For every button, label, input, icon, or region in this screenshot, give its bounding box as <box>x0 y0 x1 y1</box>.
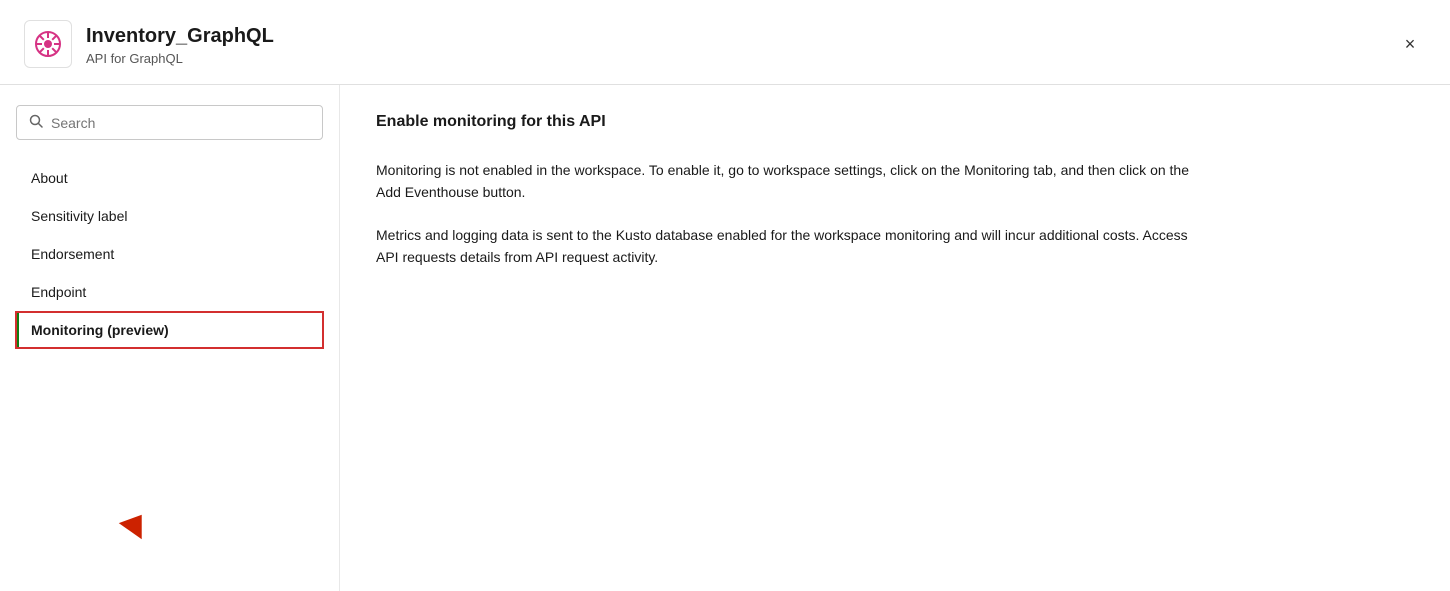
section-title: Enable monitoring for this API <box>376 113 1414 131</box>
sidebar-item-about[interactable]: About <box>16 160 323 196</box>
settings-dialog: Inventory_GraphQL API for GraphQL × Abou… <box>0 0 1450 591</box>
sidebar-item-endorsement[interactable]: Endorsement <box>16 236 323 272</box>
dialog-title: Inventory_GraphQL <box>86 23 1394 49</box>
content-paragraph-2: Metrics and logging data is sent to the … <box>376 224 1196 269</box>
search-box[interactable] <box>16 105 323 140</box>
sidebar-item-endpoint[interactable]: Endpoint <box>16 274 323 310</box>
dialog-subtitle: API for GraphQL <box>86 51 1394 66</box>
sidebar-item-monitoring[interactable]: Monitoring (preview) <box>16 312 323 348</box>
dialog-body: About Sensitivity label Endorsement Endp… <box>0 85 1450 591</box>
api-icon <box>24 20 72 68</box>
main-content: Enable monitoring for this API Monitorin… <box>340 85 1450 591</box>
content-paragraph-1: Monitoring is not enabled in the workspa… <box>376 159 1196 204</box>
search-input[interactable] <box>51 115 310 131</box>
header-text-block: Inventory_GraphQL API for GraphQL <box>86 23 1394 66</box>
sidebar: About Sensitivity label Endorsement Endp… <box>0 85 340 591</box>
dialog-header: Inventory_GraphQL API for GraphQL × <box>0 0 1450 85</box>
close-button[interactable]: × <box>1394 28 1426 60</box>
sidebar-item-sensitivity-label[interactable]: Sensitivity label <box>16 198 323 234</box>
search-icon <box>29 114 43 131</box>
